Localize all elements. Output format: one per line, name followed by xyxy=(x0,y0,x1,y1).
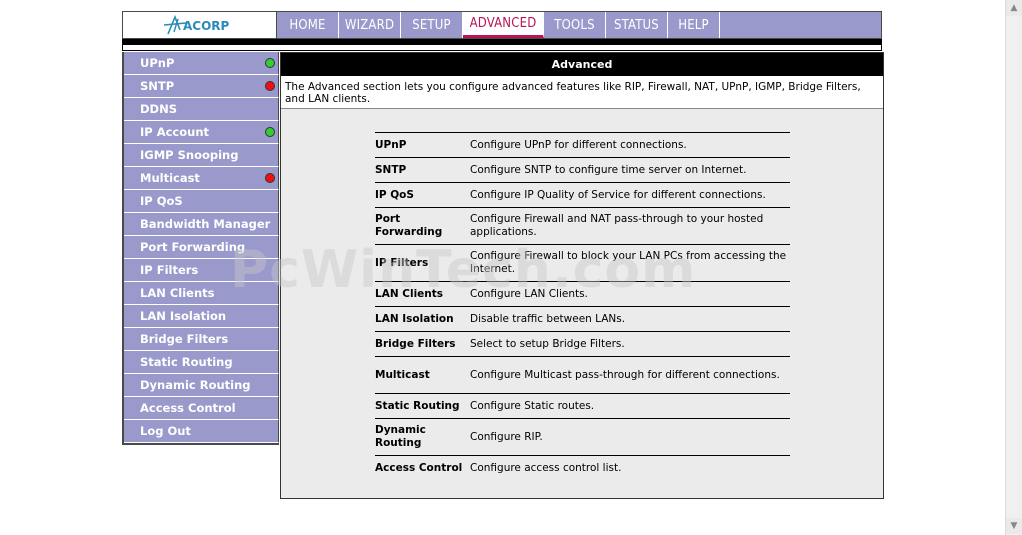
feature-desc: Configure Multicast pass-through for dif… xyxy=(470,356,790,394)
feature-table: UPnP Configure UPnP for different connec… xyxy=(375,132,790,481)
sidebar-item-access-control[interactable]: Access Control xyxy=(124,397,279,420)
sidebar-item-lan-isolation[interactable]: LAN Isolation xyxy=(124,305,279,328)
sidebar-item-label: LAN Clients xyxy=(140,286,215,300)
sidebar-item-label: Log Out xyxy=(140,424,191,438)
feature-desc: Disable traffic between LANs. xyxy=(470,306,790,332)
sidebar-item-ip-account[interactable]: IP Account xyxy=(124,121,279,144)
sidebar-item-bridge-filters[interactable]: Bridge Filters xyxy=(124,328,279,351)
header-underline xyxy=(122,45,882,51)
sidebar-item-label: LAN Isolation xyxy=(140,309,227,323)
scroll-up-icon[interactable]: ▲ xyxy=(1006,0,1022,16)
table-row: IP Filters Configure Firewall to block y… xyxy=(375,244,790,282)
status-red-icon xyxy=(265,81,275,91)
feature-name[interactable]: LAN Clients xyxy=(375,281,470,307)
table-row: UPnP Configure UPnP for different connec… xyxy=(375,132,790,158)
feature-desc: Configure UPnP for different connections… xyxy=(470,132,790,158)
sidebar-item-label: Bandwidth Manager xyxy=(140,217,271,231)
vertical-scrollbar[interactable]: ▲ ▼ xyxy=(1005,0,1022,535)
sidebar-item-bandwidth-manager[interactable]: Bandwidth Manager xyxy=(124,213,279,236)
sidebar-item-label: SNTP xyxy=(140,79,175,93)
tab-setup[interactable]: SETUP xyxy=(401,12,463,38)
table-row: LAN Isolation Disable traffic between LA… xyxy=(375,306,790,332)
feature-desc: Select to setup Bridge Filters. xyxy=(470,331,790,357)
sidebar-menu: UPnP SNTP DDNS IP Account IGMP Snooping … xyxy=(122,52,279,445)
acorp-logo-icon: ACORP xyxy=(163,14,230,35)
sidebar-item-label: UPnP xyxy=(140,56,175,70)
table-row: Bridge Filters Select to setup Bridge Fi… xyxy=(375,331,790,357)
tab-home[interactable]: HOME xyxy=(277,12,339,38)
sidebar-item-multicast[interactable]: Multicast xyxy=(124,167,279,190)
tab-status[interactable]: STATUS xyxy=(606,12,668,38)
sidebar-item-dynamic-routing[interactable]: Dynamic Routing xyxy=(124,374,279,397)
sidebar-item-static-routing[interactable]: Static Routing xyxy=(124,351,279,374)
table-row: SNTP Configure SNTP to configure time se… xyxy=(375,157,790,183)
feature-desc: Configure IP Quality of Service for diff… xyxy=(470,182,790,208)
status-green-icon xyxy=(265,58,275,68)
feature-name[interactable]: SNTP xyxy=(375,157,470,183)
feature-desc: Configure Static routes. xyxy=(470,393,790,419)
tab-help[interactable]: HELP xyxy=(668,12,720,38)
feature-name[interactable]: Access Control xyxy=(375,455,470,481)
scroll-down-icon[interactable]: ▼ xyxy=(1006,518,1022,534)
sidebar-item-log-out[interactable]: Log Out xyxy=(124,420,279,443)
feature-name[interactable]: IP Filters xyxy=(375,244,470,282)
page-title: Advanced xyxy=(281,53,883,76)
feature-name[interactable]: LAN Isolation xyxy=(375,306,470,332)
sidebar-item-ddns[interactable]: DDNS xyxy=(124,98,279,121)
sidebar-item-label: IP Account xyxy=(140,125,210,139)
sidebar-item-port-forwarding[interactable]: Port Forwarding xyxy=(124,236,279,259)
sidebar-item-label: IP Filters xyxy=(140,263,199,277)
sidebar-item-lan-clients[interactable]: LAN Clients xyxy=(124,282,279,305)
top-nav-bar: ACORP HOME WIZARD SETUP ADVANCED TOOLS S… xyxy=(122,11,882,39)
feature-desc: Configure RIP. xyxy=(470,418,790,456)
sidebar-item-ip-filters[interactable]: IP Filters xyxy=(124,259,279,282)
table-row: Multicast Configure Multicast pass-throu… xyxy=(375,356,790,394)
sidebar-item-igmp-snooping[interactable]: IGMP Snooping xyxy=(124,144,279,167)
status-green-icon xyxy=(265,127,275,137)
table-row: Dynamic Routing Configure RIP. xyxy=(375,418,790,456)
main-tabs: HOME WIZARD SETUP ADVANCED TOOLS STATUS … xyxy=(277,12,720,38)
table-row: Static Routing Configure Static routes. xyxy=(375,393,790,419)
feature-desc: Configure Firewall and NAT pass-through … xyxy=(470,207,790,245)
sidebar-item-label: IGMP Snooping xyxy=(140,148,239,162)
tab-wizard[interactable]: WIZARD xyxy=(339,12,401,38)
sidebar-item-label: DDNS xyxy=(140,102,177,116)
sidebar-item-label: Port Forwarding xyxy=(140,240,246,254)
sidebar-item-label: Dynamic Routing xyxy=(140,378,251,392)
table-row: IP QoS Configure IP Quality of Service f… xyxy=(375,182,790,208)
feature-desc: Configure SNTP to configure time server … xyxy=(470,157,790,183)
feature-desc: Configure LAN Clients. xyxy=(470,281,790,307)
feature-name[interactable]: Port Forwarding xyxy=(375,207,470,245)
table-row: Port Forwarding Configure Firewall and N… xyxy=(375,207,790,245)
sidebar-item-label: Static Routing xyxy=(140,355,233,369)
feature-name[interactable]: Dynamic Routing xyxy=(375,418,470,456)
acorp-logo[interactable]: ACORP xyxy=(123,12,277,38)
feature-name[interactable]: Static Routing xyxy=(375,393,470,419)
intro-text: The Advanced section lets you configure … xyxy=(281,76,883,109)
feature-name[interactable]: Multicast xyxy=(375,356,470,394)
tab-advanced[interactable]: ADVANCED xyxy=(463,12,544,38)
feature-name[interactable]: UPnP xyxy=(375,132,470,158)
feature-name[interactable]: Bridge Filters xyxy=(375,331,470,357)
sidebar-item-sntp[interactable]: SNTP xyxy=(124,75,279,98)
feature-desc: Configure Firewall to block your LAN PCs… xyxy=(470,244,790,282)
sidebar-item-label: IP QoS xyxy=(140,194,183,208)
table-row: LAN Clients Configure LAN Clients. xyxy=(375,281,790,307)
status-red-icon xyxy=(265,173,275,183)
sidebar-item-ip-qos[interactable]: IP QoS xyxy=(124,190,279,213)
sidebar-item-upnp[interactable]: UPnP xyxy=(124,52,279,75)
feature-desc: Configure access control list. xyxy=(470,455,790,481)
tab-tools[interactable]: TOOLS xyxy=(544,12,606,38)
table-row: Access Control Configure access control … xyxy=(375,455,790,481)
sidebar-item-label: Access Control xyxy=(140,401,236,415)
sidebar-item-label: Multicast xyxy=(140,171,200,185)
main-panel: Advanced The Advanced section lets you c… xyxy=(280,52,884,499)
logo-text: ACORP xyxy=(183,19,230,33)
sidebar-item-label: Bridge Filters xyxy=(140,332,229,346)
feature-name[interactable]: IP QoS xyxy=(375,182,470,208)
